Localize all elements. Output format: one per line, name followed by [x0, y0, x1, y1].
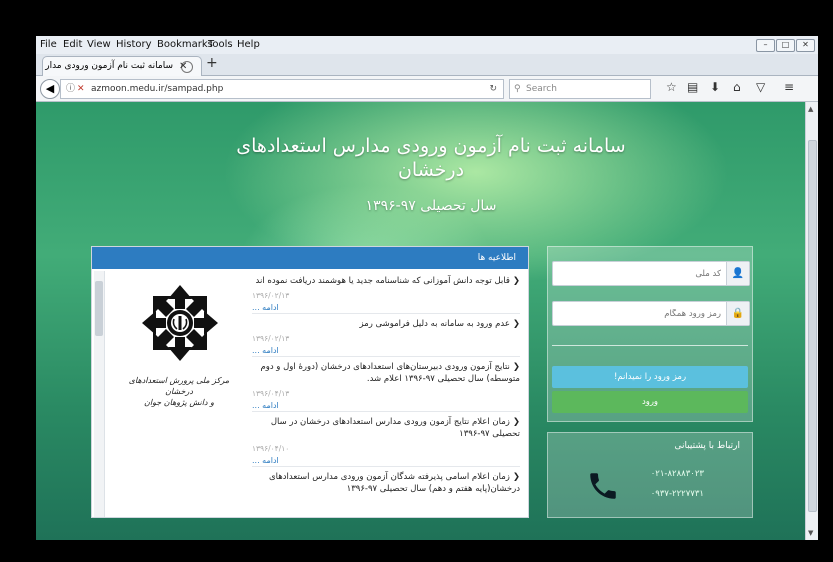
news-item-meta: ۱۳۹۶/۰۲/۱۳ ادامه ...	[252, 333, 520, 355]
scroll-down-icon[interactable]: ▼	[808, 529, 813, 537]
minimize-button[interactable]: –	[756, 39, 775, 52]
downloads-icon[interactable]: ⬇	[710, 80, 720, 94]
menu-tools[interactable]: Tools	[208, 36, 233, 54]
news-header: اطلاعیه ها	[92, 247, 528, 269]
browser-window: File Edit View History Bookmarks Tools H…	[36, 36, 818, 540]
news-item-meta: ۱۳۹۶/۰۴/۱۳ ادامه ...	[252, 388, 520, 410]
navigation-bar: ◀ ⓘ ✕ azmoon.medu.ir/sampad.php ↻ ⚲ Sear…	[36, 76, 818, 102]
logo-caption: مرکز ملی پرورش استعدادهای درخشان و دانش …	[114, 375, 244, 408]
lock-icon: 🔒	[726, 302, 749, 325]
menu-bar: File Edit View History Bookmarks Tools H…	[36, 36, 818, 54]
library-icon[interactable]: ▤	[687, 80, 698, 94]
page-scrollbar[interactable]: ▲ ▼	[805, 102, 818, 540]
page-viewport: سامانه ثبت نام آزمون ورودی مدارس استعداد…	[36, 102, 806, 540]
menu-help[interactable]: Help	[237, 36, 260, 54]
news-item: قابل توجه دانش آموزانی که شناسنامه جدید …	[252, 275, 520, 314]
search-placeholder: Search	[526, 84, 557, 94]
page-scroll-thumb[interactable]	[808, 140, 817, 512]
login-divider	[552, 345, 748, 346]
url-text: azmoon.medu.ir/sampad.php	[91, 84, 224, 94]
logo-caption-line-1: مرکز ملی پرورش استعدادهای درخشان	[128, 376, 230, 396]
news-item-date: ۱۳۹۶/۰۴/۱۳	[252, 389, 290, 398]
news-item-title[interactable]: زمان اعلام نتایج آزمون ورودی مدارس استعد…	[252, 416, 520, 440]
news-item-title[interactable]: قابل توجه دانش آموزانی که شناسنامه جدید …	[252, 275, 520, 287]
bookmark-star-icon[interactable]: ☆	[666, 80, 677, 94]
news-item: عدم ورود به سامانه به دلیل فراموشی رمز ۱…	[252, 318, 520, 357]
news-item-meta: ۱۳۹۶/۰۴/۱۰ ادامه ...	[252, 443, 520, 465]
home-icon[interactable]: ⌂	[733, 80, 741, 94]
page-title: سامانه ثبت نام آزمون ورودی مدارس استعداد…	[236, 135, 626, 181]
menu-edit[interactable]: Edit	[63, 36, 82, 54]
news-list: قابل توجه دانش آموزانی که شناسنامه جدید …	[252, 275, 520, 495]
support-phone-1: ۰۲۱-۸۲۸۸۳۰۲۳	[650, 469, 704, 479]
news-scrollbar[interactable]	[94, 271, 105, 517]
tab-close-icon[interactable]: ✕	[179, 57, 187, 76]
national-code-input[interactable]	[559, 265, 723, 283]
scroll-up-icon[interactable]: ▲	[808, 105, 813, 113]
news-scroll-thumb[interactable]	[95, 281, 103, 336]
news-item-date: ۱۳۹۶/۰۴/۱۰	[252, 444, 290, 453]
menu-history[interactable]: History	[116, 36, 152, 54]
news-divider	[252, 356, 520, 357]
news-item-title[interactable]: عدم ورود به سامانه به دلیل فراموشی رمز	[252, 318, 520, 330]
back-button[interactable]: ◀	[40, 79, 60, 99]
pocket-icon[interactable]: ▽	[756, 80, 765, 94]
news-header-label: اطلاعیه ها	[477, 253, 516, 263]
reload-icon[interactable]: ↻	[489, 80, 497, 98]
tab-title: سامانه ثبت نام آزمون ورودی مدار	[45, 61, 173, 71]
maximize-button[interactable]: □	[776, 39, 795, 52]
news-divider	[252, 466, 520, 467]
news-item-more-link[interactable]: ادامه ...	[252, 302, 279, 314]
news-divider	[252, 313, 520, 314]
password-field[interactable]: 🔒	[552, 301, 750, 326]
search-icon: ⚲	[514, 84, 521, 94]
menu-view[interactable]: View	[87, 36, 111, 54]
news-item-date: ۱۳۹۶/۰۲/۱۳	[252, 291, 290, 300]
organization-logo-icon	[142, 285, 218, 361]
tab-active[interactable]: سامانه ثبت نام آزمون ورودی مدار ✕	[42, 56, 202, 76]
news-item: زمان اعلام اسامی پذیرفته شدگان آزمون ورو…	[252, 471, 520, 495]
news-item-more-link[interactable]: ادامه ...	[252, 345, 279, 357]
search-bar[interactable]: ⚲ Search	[509, 79, 651, 99]
menu-bookmarks[interactable]: Bookmarks	[157, 36, 213, 54]
news-item-date: ۱۳۹۶/۰۲/۱۳	[252, 334, 290, 343]
address-bar[interactable]: ⓘ ✕ azmoon.medu.ir/sampad.php ↻	[60, 79, 504, 99]
close-window-button[interactable]: ✕	[796, 39, 815, 52]
logo-caption-line-2: و دانش پژوهان جوان	[144, 398, 214, 407]
news-item-title[interactable]: نتایج آزمون ورودی دبیرستان‌های استعدادها…	[252, 361, 520, 385]
news-divider	[252, 411, 520, 412]
news-item: نتایج آزمون ورودی دبیرستان‌های استعدادها…	[252, 361, 520, 412]
news-item-more-link[interactable]: ادامه ...	[252, 400, 279, 412]
login-panel: 👤 🔒 رمز ورود را نمیدانم! ورود	[547, 246, 753, 422]
support-panel: ارتباط با پشتیبانی ۰۲۱-۸۲۸۸۳۰۲۳ ۰۹۳۷-۲۲۲…	[547, 432, 753, 518]
national-code-field[interactable]: 👤	[552, 261, 750, 286]
login-button[interactable]: ورود	[552, 391, 748, 413]
password-input[interactable]	[559, 305, 723, 323]
menu-file[interactable]: File	[40, 36, 57, 54]
news-panel: اطلاعیه ها مرکز ملی پرورش استعدادهای درخ…	[91, 246, 529, 518]
news-item-meta: ۱۳۹۶/۰۲/۱۳ ادامه ...	[252, 290, 520, 312]
phone-icon	[590, 473, 616, 499]
support-phone-2: ۰۹۳۷-۲۲۲۷۷۳۱	[650, 489, 704, 499]
forgot-password-button[interactable]: رمز ورود را نمیدانم!	[552, 366, 748, 388]
news-item-more-link[interactable]: ادامه ...	[252, 455, 279, 467]
news-item: زمان اعلام نتایج آزمون ورودی مدارس استعد…	[252, 416, 520, 467]
menu-hamburger-icon[interactable]: ≡	[784, 80, 794, 94]
support-title: ارتباط با پشتیبانی	[674, 441, 740, 451]
insecure-lock-icon[interactable]: ✕	[77, 80, 85, 98]
tab-strip: سامانه ثبت نام آزمون ورودی مدار ✕ +	[36, 54, 818, 76]
info-icon[interactable]: ⓘ	[66, 80, 75, 98]
new-tab-button[interactable]: +	[206, 55, 218, 71]
news-item-title[interactable]: زمان اعلام اسامی پذیرفته شدگان آزمون ورو…	[252, 471, 520, 495]
user-icon: 👤	[726, 262, 749, 285]
page-subtitle: سال تحصیلی ۹۷-۱۳۹۶	[365, 198, 497, 214]
